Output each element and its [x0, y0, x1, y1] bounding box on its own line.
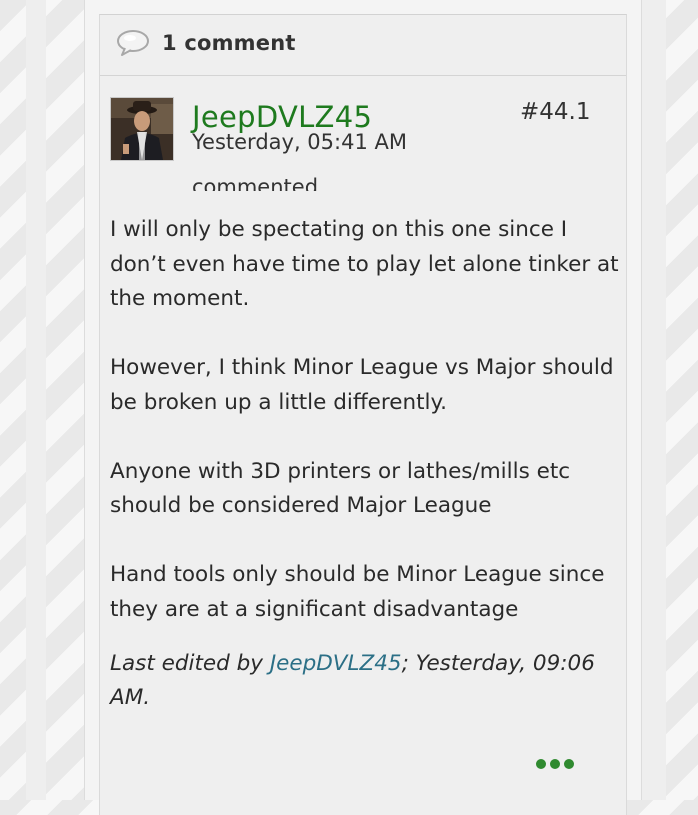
editor-name-link[interactable]: JeepDVLZ45	[270, 651, 402, 676]
comment-section: 1 comment JeepDVLZ45 #44.1 Yesterday, 05…	[99, 14, 627, 815]
last-edited-note: Last edited by JeepDVLZ45; Yesterday, 09…	[110, 647, 620, 715]
post-number[interactable]: #44.1	[520, 99, 590, 125]
page-background-rail-left	[26, 0, 46, 800]
more-options-dot	[564, 759, 574, 769]
comment-body: I will only be spectating on this one si…	[110, 213, 620, 662]
comment-paragraph: Anyone with 3D printers or lathes/mills …	[110, 458, 571, 519]
action-label: commented	[192, 175, 319, 191]
page-background-rail-right	[640, 0, 666, 800]
comment-paragraph: However, I think Minor League vs Major s…	[110, 355, 614, 415]
comments-header[interactable]: 1 comment	[100, 15, 626, 76]
avatar[interactable]	[110, 97, 174, 161]
author-name-link[interactable]: JeepDVLZ45	[192, 100, 372, 134]
more-options-button[interactable]	[536, 756, 580, 772]
user-photo	[111, 98, 173, 160]
comment-paragraph: I will only be spectating on this one si…	[110, 217, 619, 311]
edit-prefix: Last edited by	[110, 651, 270, 676]
comment-timestamp: Yesterday, 05:41 AM	[192, 130, 407, 154]
more-options-dot	[550, 759, 560, 769]
action-label-container: commented	[192, 173, 392, 191]
speech-bubble-icon	[117, 30, 149, 56]
more-options-icon	[536, 759, 546, 769]
comment-paragraph: Hand tools only should be Minor League s…	[110, 562, 605, 622]
comment-count: 1 comment	[162, 31, 296, 55]
